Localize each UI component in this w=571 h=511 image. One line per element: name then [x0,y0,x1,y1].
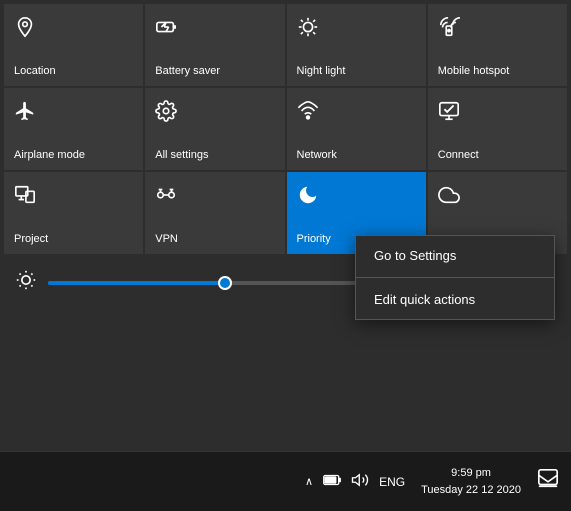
taskbar-time: 9:59 pm [451,465,491,482]
tile-vpn-label: VPN [155,233,178,246]
all-settings-icon [155,100,177,128]
tile-project[interactable]: Project [4,172,143,254]
tile-mobile-hotspot-label: Mobile hotspot [438,65,510,78]
tile-airplane-mode-label: Airplane mode [14,149,85,162]
brightness-icon [16,270,36,295]
location-icon [14,16,36,44]
battery-saver-icon [155,16,177,44]
tile-network-label: Network [297,149,337,162]
mobile-hotspot-icon [438,16,460,44]
edit-quick-actions-item[interactable]: Edit quick actions [356,280,554,319]
taskbar: ∧ ENG 9:59 pm Tuesday 22 12 2020 [0,451,571,511]
tile-location[interactable]: Location [4,4,143,86]
context-menu-divider [356,277,554,278]
go-to-settings-item[interactable]: Go to Settings [356,236,554,275]
tile-night-light[interactable]: Night light [287,4,426,86]
tile-network[interactable]: Network [287,88,426,170]
notification-center-icon[interactable] [537,468,559,495]
airplane-mode-icon [14,100,36,128]
night-light-icon [297,16,319,44]
quick-actions-grid: Location Battery saver [0,0,571,256]
tile-project-label: Project [14,233,48,246]
tile-mobile-hotspot[interactable]: Mobile hotspot [428,4,567,86]
tile-vpn[interactable]: VPN [145,172,284,254]
taskbar-sys-icons: ∧ ENG [305,471,405,492]
context-menu: Go to Settings Edit quick actions [355,235,555,320]
taskbar-sound-icon [351,471,369,492]
tile-connect-label: Connect [438,149,479,162]
project-icon [14,184,36,212]
tile-night-light-label: Night light [297,65,346,78]
taskbar-clock[interactable]: 9:59 pm Tuesday 22 12 2020 [421,465,521,498]
tile-location-label: Location [14,65,56,78]
brightness-fill [48,281,225,285]
taskbar-battery-icon [323,474,341,489]
tile-priority-label: Priority [297,233,331,246]
vpn-icon [155,184,177,212]
priority-icon [297,184,319,212]
tile-all-settings-label: All settings [155,149,208,162]
connect-icon [438,100,460,128]
tile-battery-saver-label: Battery saver [155,65,220,78]
taskbar-date: Tuesday 22 12 2020 [421,482,521,499]
tile-battery-saver[interactable]: Battery saver [145,4,284,86]
chevron-up-icon[interactable]: ∧ [305,475,313,488]
tile-connect[interactable]: Connect [428,88,567,170]
brightness-thumb[interactable] [218,276,232,290]
tile-airplane-mode[interactable]: Airplane mode [4,88,143,170]
focus-assist-icon [438,184,460,212]
network-icon [297,100,319,128]
taskbar-lang-label[interactable]: ENG [379,475,405,489]
tile-all-settings[interactable]: All settings [145,88,284,170]
action-center: Location Battery saver [0,0,571,451]
